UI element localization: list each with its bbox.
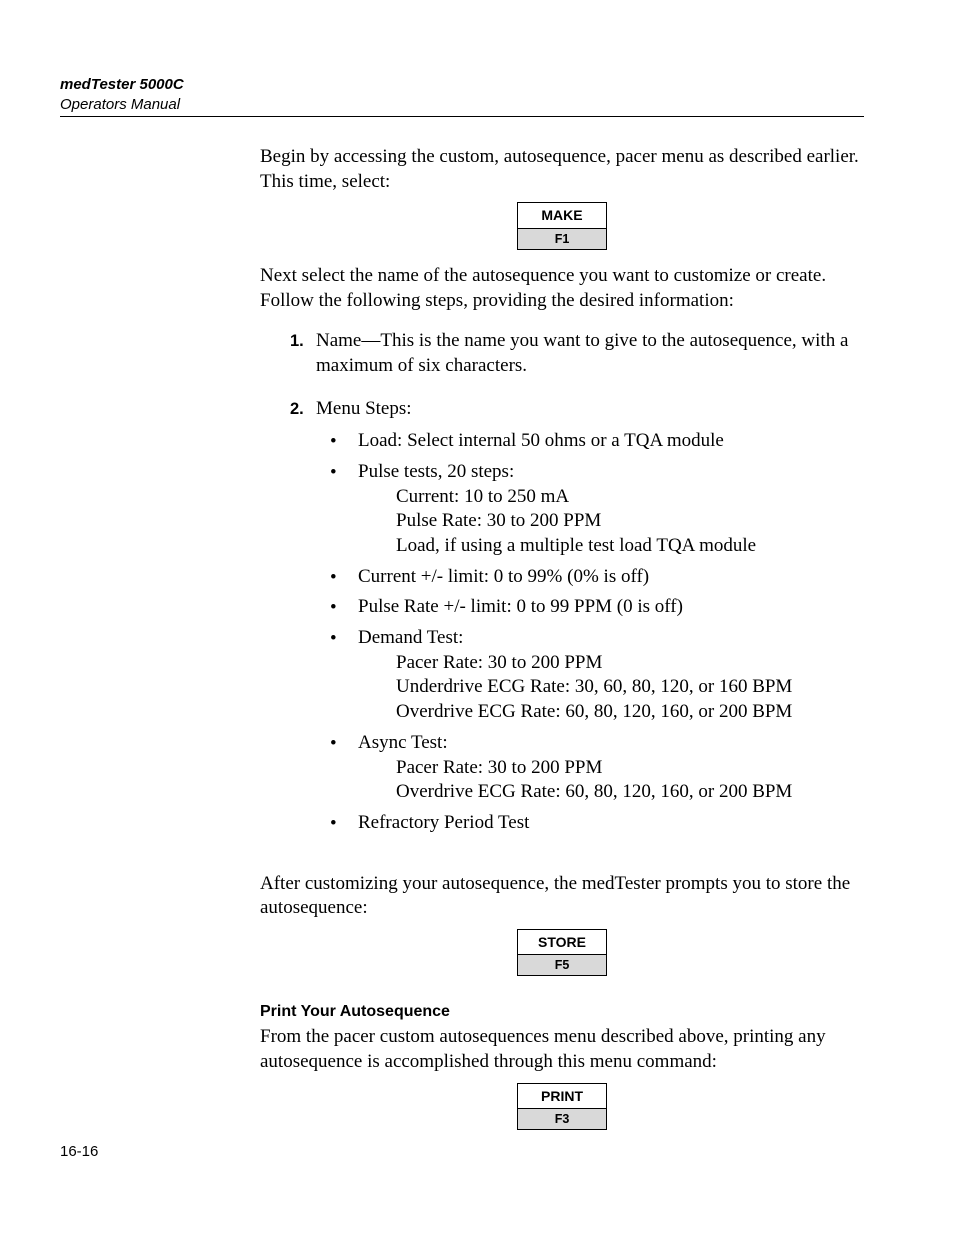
menu-button-key: F1 (518, 229, 606, 249)
bullet-text: Async Test: Pacer Rate: 30 to 200 PPM Ov… (358, 731, 864, 805)
bullet-demand-test: • Demand Test: Pacer Rate: 30 to 200 PPM… (330, 626, 864, 725)
content-area: Begin by accessing the custom, autoseque… (260, 145, 864, 1130)
bullet-icon: • (330, 595, 358, 620)
sub-pacer-rate: Pacer Rate: 30 to 200 PPM (396, 651, 864, 676)
print-paragraph: From the pacer custom autosequences menu… (260, 1025, 864, 1074)
sub-pacer-rate: Pacer Rate: 30 to 200 PPM (396, 756, 864, 781)
page-number: 16-16 (60, 1143, 98, 1160)
step-text: Name—This is the name you want to give t… (316, 329, 864, 378)
step-text: Menu Steps: (316, 398, 412, 419)
steps-list: 1. Name—This is the name you want to giv… (290, 329, 864, 841)
sub-overdrive: Overdrive ECG Rate: 60, 80, 120, 160, or… (396, 700, 864, 725)
bullet-icon: • (330, 626, 358, 725)
bullet-text: Refractory Period Test (358, 811, 864, 836)
bullet-text: Pulse Rate +/- limit: 0 to 99 PPM (0 is … (358, 595, 864, 620)
page-header: medTester 5000C Operators Manual (60, 75, 864, 117)
menu-button-label: MAKE (518, 203, 606, 228)
step-2: 2. Menu Steps: • Load: Select internal 5… (290, 397, 864, 842)
step-number: 1. (290, 329, 316, 378)
menu-button-store: STORE F5 (517, 929, 607, 976)
header-title: medTester 5000C (60, 75, 864, 95)
bullet-icon: • (330, 429, 358, 454)
bullet-current-limit: • Current +/- limit: 0 to 99% (0% is off… (330, 565, 864, 590)
menu-button-make: MAKE F1 (517, 202, 607, 249)
bullet-title: Async Test: (358, 732, 448, 753)
menu-button-label: PRINT (518, 1084, 606, 1109)
sub-current: Current: 10 to 250 mA (396, 485, 864, 510)
bullet-icon: • (330, 565, 358, 590)
sub-overdrive: Overdrive ECG Rate: 60, 80, 120, 160, or… (396, 780, 864, 805)
bullet-pulse-tests: • Pulse tests, 20 steps: Current: 10 to … (330, 460, 864, 559)
menu-button-key: F3 (518, 1109, 606, 1129)
intro-paragraph-1: Begin by accessing the custom, autoseque… (260, 145, 864, 194)
bullet-icon: • (330, 731, 358, 805)
bullet-pulse-rate-limit: • Pulse Rate +/- limit: 0 to 99 PPM (0 i… (330, 595, 864, 620)
section-heading-print: Print Your Autosequence (260, 1002, 864, 1023)
sub-underdrive: Underdrive ECG Rate: 30, 60, 80, 120, or… (396, 675, 864, 700)
header-subtitle: Operators Manual (60, 95, 864, 115)
bullet-text: Current +/- limit: 0 to 99% (0% is off) (358, 565, 864, 590)
bullet-async-test: • Async Test: Pacer Rate: 30 to 200 PPM … (330, 731, 864, 805)
menu-button-label: STORE (518, 930, 606, 955)
sub-pulse-rate: Pulse Rate: 30 to 200 PPM (396, 509, 864, 534)
menu-steps-bullets: • Load: Select internal 50 ohms or a TQA… (330, 429, 864, 835)
bullet-title: Demand Test: (358, 627, 463, 648)
bullet-load: • Load: Select internal 50 ohms or a TQA… (330, 429, 864, 454)
bullet-icon: • (330, 811, 358, 836)
bullet-text: Load: Select internal 50 ohms or a TQA m… (358, 429, 864, 454)
bullet-text: Pulse tests, 20 steps: Current: 10 to 25… (358, 460, 864, 559)
menu-button-print: PRINT F3 (517, 1083, 607, 1130)
intro-paragraph-2: Next select the name of the autosequence… (260, 264, 864, 313)
bullet-title: Pulse tests, 20 steps: (358, 461, 514, 482)
step-number: 2. (290, 397, 316, 842)
step-1: 1. Name—This is the name you want to giv… (290, 329, 864, 378)
after-paragraph: After customizing your autosequence, the… (260, 872, 864, 921)
menu-button-key: F5 (518, 955, 606, 975)
step-body: Menu Steps: • Load: Select internal 50 o… (316, 397, 864, 842)
bullet-refractory: • Refractory Period Test (330, 811, 864, 836)
bullet-icon: • (330, 460, 358, 559)
bullet-text: Demand Test: Pacer Rate: 30 to 200 PPM U… (358, 626, 864, 725)
sub-load: Load, if using a multiple test load TQA … (396, 534, 864, 559)
